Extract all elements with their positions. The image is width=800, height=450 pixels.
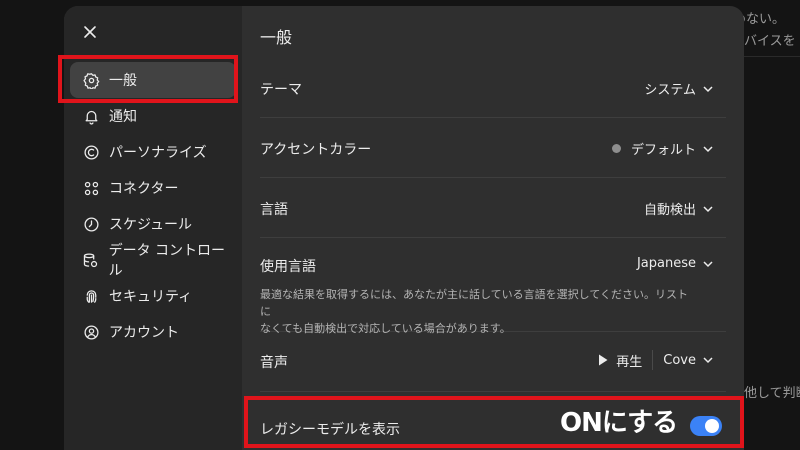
callout-turn-on: ONにする [560, 408, 678, 438]
spoken-language-label: 使用言語 [260, 259, 316, 275]
sidebar-item-label: コネクター [109, 181, 179, 197]
accent-color-label: アクセントカラー [260, 142, 372, 158]
spoken-language-value: Japanese [636, 256, 696, 271]
sidebar-item-general[interactable]: 一般 [70, 62, 236, 98]
background-text-3: 他して判断 [744, 386, 800, 401]
sidebar-item-label: 一般 [109, 73, 137, 89]
voice-label: 音声 [260, 355, 288, 371]
spoken-language-dropdown[interactable]: Japanese [637, 256, 714, 271]
language-value: 自動検出 [643, 203, 696, 218]
chevron-down-icon [703, 145, 713, 152]
voice-row: 音声 再生 Cove [260, 332, 726, 392]
chevron-down-icon [703, 260, 713, 267]
sidebar-item-data-controls[interactable]: データ コントロール [70, 242, 236, 279]
account-icon [82, 323, 100, 341]
theme-label: テーマ [260, 82, 302, 98]
voice-controls: 再生 Cove [598, 350, 714, 370]
sidebar-item-label: 通知 [109, 109, 137, 125]
language-dropdown[interactable]: 自動検出 [644, 199, 714, 218]
sidebar-item-label: データ コントロール [108, 243, 226, 279]
description-line: 最適な結果を取得するには、あなたが主に話している言語を選択してください。リストに [260, 288, 689, 318]
gear-icon [82, 71, 100, 89]
accent-color-swatch [611, 144, 621, 153]
toggle-knob [705, 419, 719, 433]
legacy-models-toggle-wrap [690, 416, 722, 436]
database-icon [82, 251, 100, 269]
accent-color-value: デフォルト [630, 143, 696, 158]
sidebar-item-security[interactable]: セキュリティ [70, 278, 236, 314]
settings-sidebar: 一般 通知 パーソナライズ コネクター スケジュール データ コントロール セキ… [64, 6, 242, 450]
chevron-down-icon [703, 357, 713, 364]
language-row: 言語 自動検出 [260, 178, 726, 238]
play-button[interactable]: 再生 [598, 351, 642, 370]
legacy-models-toggle[interactable] [690, 416, 722, 436]
clock-icon [82, 215, 100, 233]
sidebar-item-schedule[interactable]: スケジュール [70, 206, 236, 242]
settings-content: 一般 テーマ システム アクセントカラー デフォルト 言語 自動検出 使用言語 … [242, 6, 744, 450]
close-icon [84, 26, 96, 38]
accent-color-dropdown[interactable]: デフォルト [611, 139, 714, 158]
sidebar-item-label: アカウント [109, 325, 179, 341]
theme-row: テーマ システム [260, 58, 726, 118]
connector-icon [82, 179, 100, 197]
theme-dropdown[interactable]: システム [644, 79, 714, 98]
chevron-down-icon [703, 205, 713, 212]
bell-icon [82, 107, 100, 125]
theme-value: システム [644, 83, 696, 98]
spoken-language-row: 使用言語 Japanese 最適な結果を取得するには、あなたが主に話している言語… [260, 238, 726, 335]
background-text-2: バイスを [744, 34, 796, 49]
voice-dropdown[interactable]: Cove [663, 353, 714, 368]
sidebar-item-personalize[interactable]: パーソナライズ [70, 134, 236, 170]
spoken-language-description: 最適な結果を取得するには、あなたが主に話している言語を選択してください。リストに… [260, 286, 690, 337]
sidebar-item-label: スケジュール [109, 217, 193, 233]
sidebar-item-connectors[interactable]: コネクター [70, 170, 236, 206]
voice-value: Cove [663, 352, 696, 368]
sidebar-item-label: パーソナライズ [109, 145, 207, 161]
sidebar-item-account[interactable]: アカウント [70, 314, 236, 350]
accent-color-row: アクセントカラー デフォルト [260, 118, 726, 178]
personalize-icon [82, 143, 100, 161]
settings-modal: 一般 通知 パーソナライズ コネクター スケジュール データ コントロール セキ… [64, 6, 744, 450]
language-label: 言語 [260, 202, 288, 218]
sidebar-item-label: セキュリティ [109, 289, 193, 305]
settings-nav: 一般 通知 パーソナライズ コネクター スケジュール データ コントロール セキ… [70, 62, 236, 350]
voice-divider [652, 350, 654, 370]
sidebar-item-notifications[interactable]: 通知 [70, 98, 236, 134]
play-label: 再生 [616, 354, 643, 370]
legacy-models-label: レガシーモデルを表示 [260, 422, 400, 438]
page-title: 一般 [260, 28, 293, 47]
chevron-down-icon [703, 85, 713, 92]
close-button[interactable] [80, 22, 100, 42]
fingerprint-icon [82, 287, 100, 305]
play-icon [599, 354, 608, 366]
background-divider [744, 56, 800, 57]
